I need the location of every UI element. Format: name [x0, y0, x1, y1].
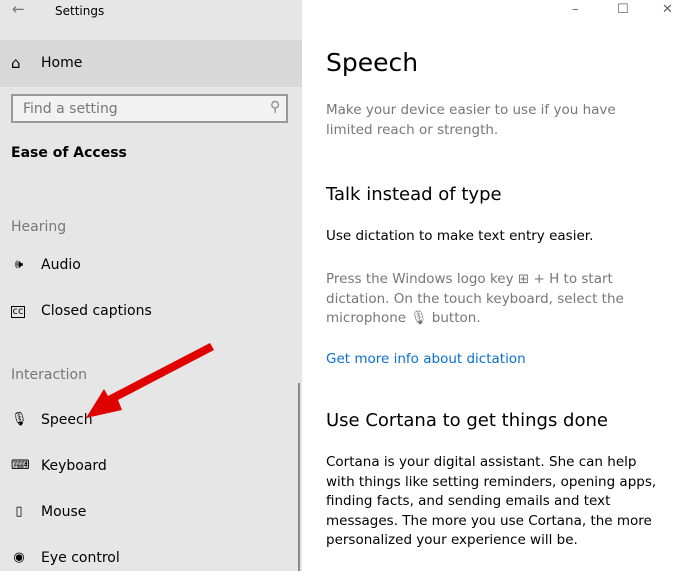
red-arrow [86, 343, 214, 418]
annotation-arrow [86, 343, 214, 418]
